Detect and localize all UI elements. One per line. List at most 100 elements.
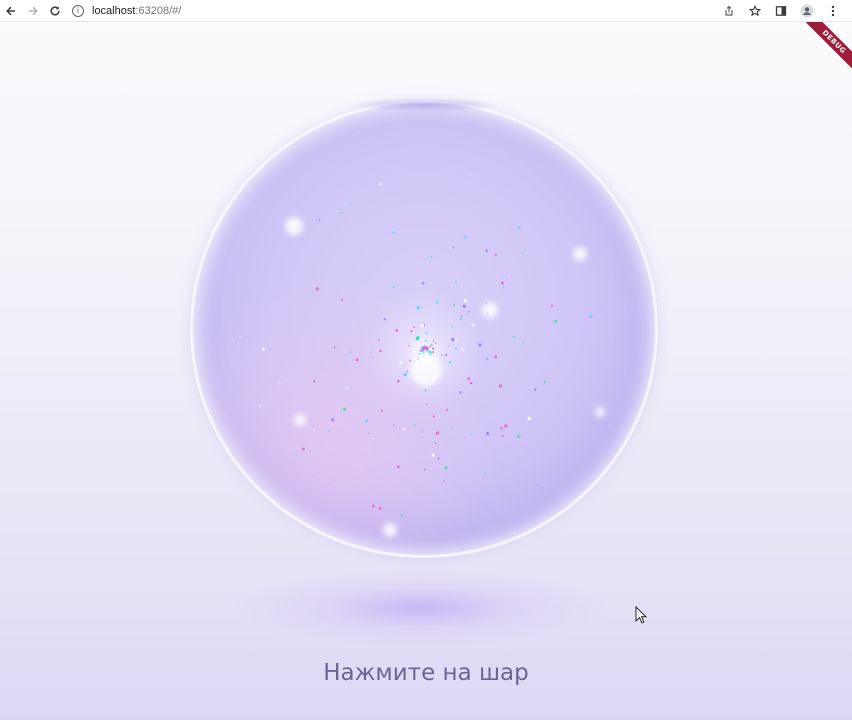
sparkle (416, 305, 420, 310)
sparkle (397, 465, 400, 469)
back-button[interactable] (0, 0, 22, 22)
sparkle (397, 379, 400, 383)
sparkle (460, 373, 463, 375)
glow-spot (482, 302, 498, 318)
sparkle (355, 358, 359, 362)
sparkle (409, 359, 412, 362)
sparkle (467, 311, 470, 313)
sparkle (380, 409, 383, 412)
sparkle (494, 355, 498, 359)
sparkle (429, 343, 433, 347)
sparkle (494, 253, 497, 257)
sparkle (452, 246, 455, 249)
sparkle (423, 344, 426, 347)
sparkle (424, 388, 428, 392)
sparkle (435, 301, 439, 305)
reload-icon (50, 5, 60, 15)
side-panel-button[interactable] (768, 0, 794, 22)
sparkle (500, 427, 503, 430)
sparkle (553, 319, 558, 323)
sparkle (451, 325, 454, 328)
sparkle (486, 432, 490, 435)
glow-spot (595, 407, 605, 417)
browser-toolbar: i localhost:63208/#/ (0, 0, 852, 22)
sparkle (517, 225, 521, 229)
sparkle (470, 432, 473, 435)
glow-spot (383, 523, 397, 537)
sparkle (463, 298, 468, 303)
sparkle (415, 336, 420, 341)
sparkle (450, 427, 453, 430)
sparkle (432, 415, 435, 418)
sparkle (365, 419, 368, 423)
sparkle (313, 380, 316, 383)
sparkle (350, 351, 352, 354)
sparkle (368, 432, 370, 434)
mouse-cursor-icon (635, 606, 647, 624)
sparkle (315, 287, 320, 291)
sparkle (471, 323, 475, 327)
sparkle (435, 431, 440, 435)
sparkle (343, 407, 346, 411)
share-button[interactable] (716, 0, 742, 22)
sparkle (527, 416, 532, 421)
sparkle (498, 384, 503, 388)
sparkle (536, 484, 538, 486)
bookmark-button[interactable] (742, 0, 768, 22)
sparkle (408, 345, 410, 347)
sparkle (378, 339, 380, 341)
menu-button[interactable] (820, 0, 846, 22)
arrow-left-icon (6, 6, 15, 15)
sparkle (460, 314, 463, 317)
address-bar[interactable]: i localhost:63208/#/ (72, 0, 716, 22)
sparkle (339, 212, 342, 214)
sparkle (423, 468, 426, 471)
sparkle (445, 354, 448, 357)
profile-button[interactable] (794, 0, 820, 22)
sparkle (418, 352, 421, 355)
debug-banner: DEBUG (792, 22, 852, 82)
sparkle (470, 381, 473, 385)
sparkle (467, 377, 471, 381)
sparkle (413, 326, 416, 328)
orb-sphere[interactable] (190, 100, 658, 558)
sparkle (501, 434, 504, 438)
star-icon (749, 4, 761, 16)
sparkle (392, 231, 396, 235)
debug-banner-label: DEBUG (801, 22, 852, 75)
sparkle (461, 348, 465, 351)
sparkle (239, 336, 241, 339)
sparkle (421, 350, 425, 354)
info-icon[interactable]: i (72, 4, 84, 17)
sparkle (432, 340, 435, 342)
profile-icon (800, 4, 814, 17)
sparkle (410, 330, 413, 333)
sparkle (422, 341, 426, 345)
sparkle (419, 349, 423, 353)
sparkle (393, 424, 395, 427)
forward-button[interactable] (22, 0, 44, 22)
sparkle (420, 323, 425, 328)
magic-orb[interactable] (190, 98, 658, 558)
glow-spot (410, 354, 442, 386)
sparkle (279, 382, 281, 385)
glow-spot (573, 247, 587, 261)
sparkle (371, 504, 375, 508)
sparkle (426, 403, 428, 406)
sparkle (513, 335, 516, 338)
sparkle (421, 430, 424, 433)
sparkle (442, 480, 445, 482)
sparkle (313, 429, 316, 431)
sparkle (463, 235, 467, 239)
sparkle (483, 471, 486, 474)
arrow-right-icon (29, 6, 38, 15)
sparkle (379, 182, 382, 186)
sparkle (333, 346, 336, 349)
orb-shadow (230, 568, 610, 648)
glow-spot (285, 217, 303, 235)
sparkle (446, 408, 449, 411)
sparkle (399, 361, 403, 365)
sparkle (383, 318, 386, 321)
reload-button[interactable] (44, 0, 66, 22)
sparkle (455, 338, 458, 341)
